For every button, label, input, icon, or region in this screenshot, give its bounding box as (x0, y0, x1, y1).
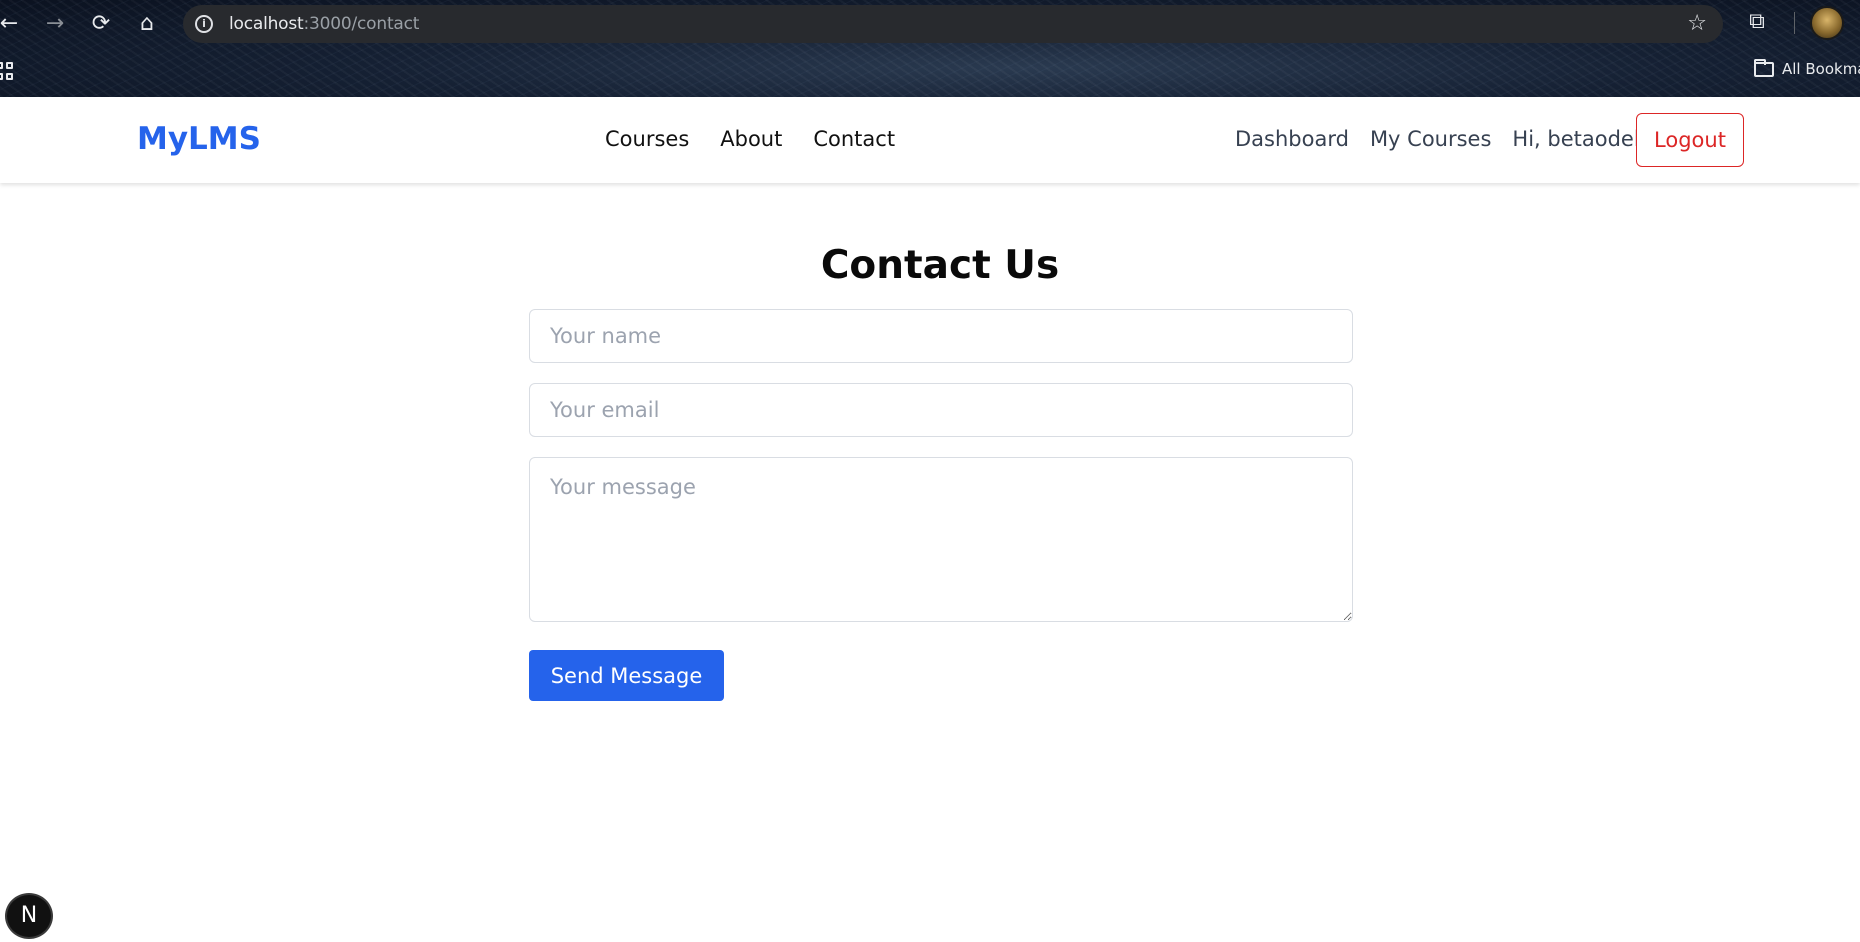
nav-link-courses[interactable]: Courses (605, 127, 689, 151)
back-icon[interactable]: ← (0, 8, 24, 38)
page-title: Contact Us (820, 243, 1060, 288)
logout-button[interactable]: Logout (1636, 113, 1744, 167)
nextjs-dev-indicator-icon[interactable]: N (5, 893, 53, 939)
bookmark-star-icon[interactable]: ☆ (1687, 11, 1707, 36)
nav-link-about[interactable]: About (720, 127, 782, 151)
browser-chrome: ← → ⟳ ⌂ i localhost:3000/contact ☆ ⧉ All… (0, 0, 1860, 97)
name-field[interactable] (529, 309, 1353, 363)
home-icon[interactable]: ⌂ (132, 8, 162, 38)
site-logo[interactable]: MyLMS (137, 121, 261, 157)
folder-icon (1754, 58, 1774, 77)
send-message-button[interactable]: Send Message (529, 650, 724, 701)
forward-icon[interactable]: → (40, 8, 70, 38)
email-field[interactable] (529, 383, 1353, 437)
all-bookmarks[interactable]: All Bookma (1754, 58, 1860, 78)
message-field[interactable] (529, 457, 1353, 622)
site-info-icon[interactable]: i (195, 15, 213, 33)
all-bookmarks-label: All Bookma (1782, 60, 1860, 78)
apps-grid-icon[interactable] (0, 62, 14, 80)
nav-link-dashboard[interactable]: Dashboard (1235, 127, 1349, 151)
nav-link-contact[interactable]: Contact (813, 127, 895, 151)
reload-icon[interactable]: ⟳ (86, 8, 116, 38)
toolbar-divider (1794, 12, 1795, 34)
url-text[interactable]: localhost:3000/contact (229, 14, 419, 34)
url-path: :3000/contact (303, 14, 420, 34)
extensions-icon[interactable]: ⧉ (1744, 9, 1770, 35)
site-navbar: MyLMS Courses About Contact Dashboard My… (0, 97, 1860, 183)
main-nav: Courses About Contact (605, 127, 895, 151)
profile-avatar[interactable] (1810, 6, 1844, 40)
url-host: localhost (229, 14, 304, 34)
user-nav: Dashboard My Courses Hi, betaodelta (1235, 127, 1661, 151)
nav-link-my-courses[interactable]: My Courses (1370, 127, 1491, 151)
address-bar[interactable]: i localhost:3000/contact ☆ (183, 5, 1723, 43)
